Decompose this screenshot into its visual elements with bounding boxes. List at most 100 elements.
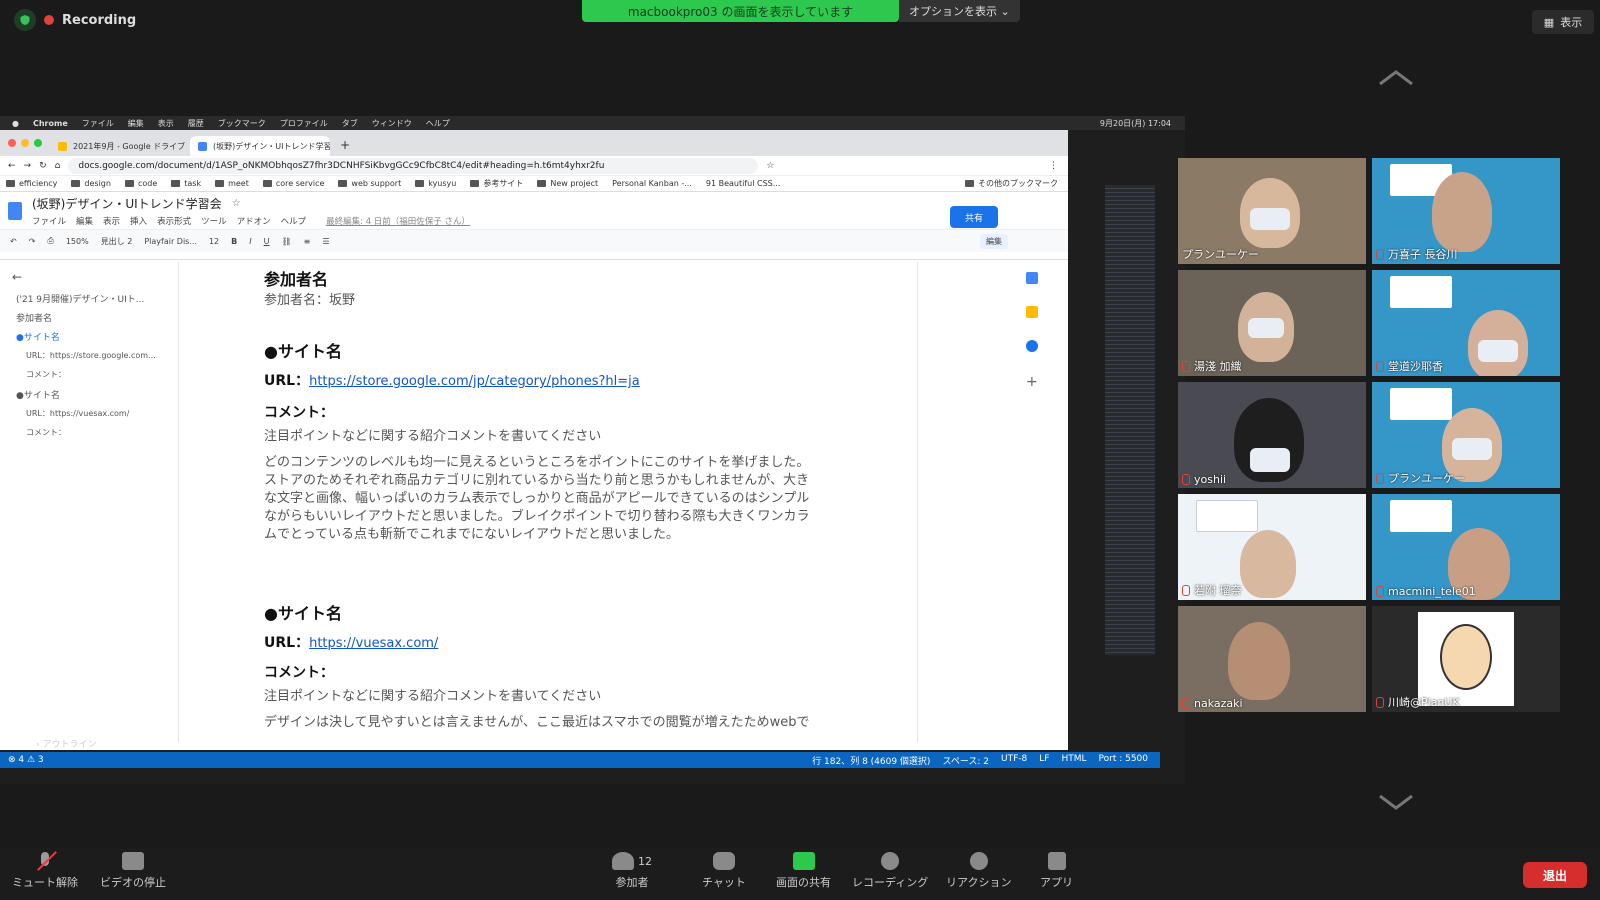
menu-history[interactable]: 履歴 [188,118,204,129]
back-arrow-icon[interactable]: ← [12,270,22,284]
font-select[interactable]: Playfair Dis... [144,237,197,246]
tab-drive[interactable]: 2021年9月 - Google ドライブ [50,136,190,156]
new-tab-icon[interactable]: + [340,138,350,152]
options-button[interactable]: オプションを表示 ⌄ [899,0,1020,22]
bookmark-item[interactable]: efficiency [6,179,57,188]
forward-icon[interactable]: → [24,161,32,171]
site1-link[interactable]: https://store.google.com/jp/category/pho… [309,374,640,389]
outline-item[interactable]: URL：https://vuesax.com/ [26,408,129,419]
share-button[interactable]: 共有 [950,206,998,228]
recording-indicator[interactable]: Recording [14,8,136,32]
line-ending[interactable]: LF [1039,754,1049,767]
style-select[interactable]: 見出し 2 [101,236,133,247]
bookmark-item[interactable]: core service [262,179,324,188]
record-button[interactable]: レコーディング [852,852,928,890]
menu-view[interactable]: 表示 [158,118,174,129]
font-size-field[interactable]: 12 [209,237,219,246]
last-edit-link[interactable]: 最終編集: 4 日前（福田佐保子 さん） [326,215,470,227]
bookmark-item[interactable]: kyusyu [415,179,456,188]
bold-icon[interactable]: B [231,237,237,246]
menu-help[interactable]: ヘルプ [426,118,450,129]
align-left-icon[interactable]: ≡ [304,237,311,246]
share-screen-button[interactable]: 画面の共有 [776,852,831,890]
print-icon[interactable]: ⎙ [47,236,53,246]
close-window-icon[interactable] [8,139,16,147]
doc-menu-item[interactable]: 挿入 [130,215,147,227]
chat-button[interactable]: チャット [702,852,746,890]
menu-edit[interactable]: 編集 [128,118,144,129]
video-tile[interactable]: 若附 瑠奈 [1178,494,1366,600]
doc-menu-item[interactable]: 表示形式 [157,215,191,227]
bookmark-item[interactable]: web support [338,179,401,188]
video-tile[interactable]: nakazaki [1178,606,1366,712]
outline-item[interactable]: コメント： [26,427,66,438]
reaction-button[interactable]: リアクション [946,852,1011,890]
bookmark-star-icon[interactable]: ☆ [766,161,774,171]
doc-menu-item[interactable]: 表示 [103,215,120,227]
video-tile[interactable]: 万喜子 長谷川 [1372,158,1560,264]
video-tile[interactable]: 堂道沙耶香 [1372,270,1560,376]
calendar-icon[interactable] [1026,272,1038,284]
bookmark-item[interactable]: design [71,179,111,188]
site2-link[interactable]: https://vuesax.com/ [309,636,438,651]
other-bookmarks[interactable]: その他のブックマーク [965,178,1068,189]
chevron-down-icon[interactable] [1378,792,1414,812]
menu-tab[interactable]: タブ [342,118,358,129]
reload-icon[interactable]: ↻ [39,161,47,171]
apps-button[interactable]: アプリ [1040,852,1073,890]
bookmark-item[interactable]: task [171,179,201,188]
url-field[interactable]: docs.google.com/document/d/1ASP_oNKMObhq… [68,157,759,174]
star-icon[interactable]: ☆ [232,198,241,209]
home-icon[interactable]: ⌂ [55,161,61,171]
bookmark-item[interactable]: 91 Beautiful CSS... [706,179,781,188]
outline-item[interactable]: URL：https://store.google.com... [26,350,156,361]
menu-bookmarks[interactable]: ブックマーク [218,118,266,129]
problems-count[interactable]: ⊗ 4 ⚠ 3 [8,755,44,765]
zoom-select[interactable]: 150% [66,237,89,246]
keep-icon[interactable] [1026,306,1038,318]
menu-chrome[interactable]: Chrome [33,119,68,128]
encoding[interactable]: UTF-8 [1001,754,1027,767]
stop-video-button[interactable]: ビデオの停止 [100,852,166,890]
doc-page[interactable]: 参加者名 参加者名：坂野 ●サイト名 URL：https://store.goo… [178,262,918,742]
outline-item-active[interactable]: ●サイト名 [16,330,60,343]
extensions-icon[interactable]: ⋮ [1049,161,1068,171]
unmute-button[interactable]: ミュート解除 [12,851,78,890]
bookmark-item[interactable]: Personal Kanban -... [612,179,692,188]
live-server-port[interactable]: Port : 5500 [1099,754,1149,767]
bookmark-item[interactable]: code [124,179,157,188]
bookmark-item[interactable]: New project [537,179,598,188]
menu-profile[interactable]: プロファイル [280,118,328,129]
back-icon[interactable]: ← [8,161,16,171]
leave-button[interactable]: 退出 [1523,862,1587,888]
outline-item[interactable]: 参加者名 [16,311,52,324]
doc-title[interactable]: (坂野)デザイン・UIトレンド学習会 [32,195,222,212]
doc-menu-item[interactable]: 編集 [76,215,93,227]
chevron-up-icon[interactable] [1378,68,1414,88]
doc-menu-item[interactable]: アドオン [237,215,271,227]
language-mode[interactable]: HTML [1061,754,1086,767]
participants-button[interactable]: 12 参加者 [612,852,652,890]
video-tile[interactable]: yoshii [1178,382,1366,488]
view-button[interactable]: ▦ 表示 [1532,10,1594,34]
video-tile[interactable]: macmini_tele01 [1372,494,1560,600]
bookmark-item[interactable]: meet [215,179,249,188]
list-icon[interactable]: ☰ [322,237,329,246]
video-tile[interactable]: プランユーケー [1372,382,1560,488]
maximize-window-icon[interactable] [34,139,42,147]
undo-icon[interactable]: ↶ [10,237,17,246]
underline-icon[interactable]: U [264,237,270,246]
docs-logo-icon[interactable] [8,201,22,220]
doc-menu-item[interactable]: ツール [201,215,227,227]
video-tile[interactable]: 川崎@PlanUK [1372,606,1560,712]
video-tile[interactable]: プランユーケー [1178,158,1366,264]
outline-item[interactable]: ('21 9月開催)デザイン・UIト... [16,292,144,305]
add-addon-icon[interactable]: + [1026,374,1038,390]
italic-icon[interactable]: I [249,237,251,246]
doc-menu-item[interactable]: ヘルプ [281,215,307,227]
link-icon[interactable]: ⛓ [281,237,291,246]
indent-setting[interactable]: スペース: 2 [942,754,989,767]
outline-item[interactable]: コメント： [26,369,66,380]
minimize-window-icon[interactable] [21,139,29,147]
bookmark-item[interactable]: 参考サイト [470,178,523,189]
